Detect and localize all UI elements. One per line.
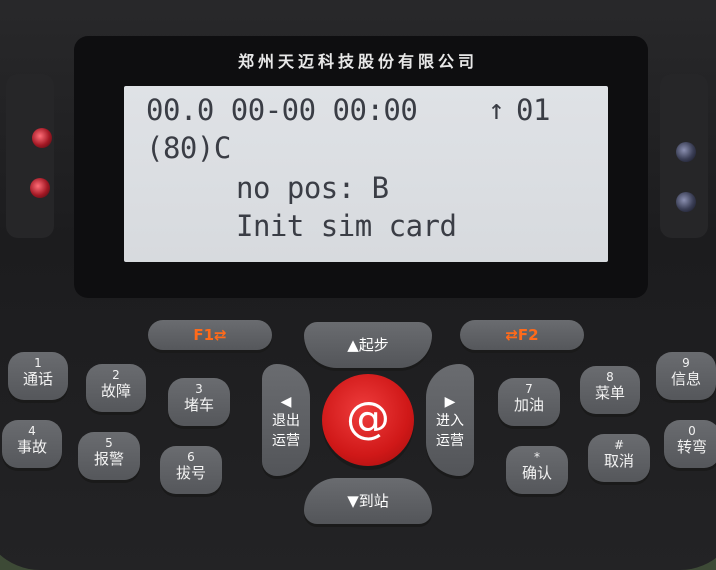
at-button[interactable]: @ <box>322 374 414 466</box>
status-led-red-1 <box>32 128 52 148</box>
key-9[interactable]: 9 信息 <box>656 352 716 400</box>
key-5-number: 5 <box>105 436 113 450</box>
key-0-label: 转弯 <box>676 438 707 456</box>
key-4-label: 事故 <box>16 438 47 456</box>
key-2[interactable]: 2 故障 <box>86 364 146 412</box>
up-start-button[interactable]: ▲起步 <box>304 322 432 368</box>
key-3-label: 堵车 <box>183 396 214 414</box>
key-1-number: 1 <box>34 356 42 370</box>
key-5[interactable]: 5 报警 <box>78 432 140 480</box>
key-5-label: 报警 <box>93 450 124 468</box>
lcd-temperature: (80)C <box>146 131 231 165</box>
lcd-display: 00.0 00-00 00:00 ↑ 01 (80)C no pos: B In… <box>124 86 608 262</box>
key-8-label: 菜单 <box>594 384 625 402</box>
key-6[interactable]: 6 拔号 <box>160 446 222 494</box>
key-hash-symbol: # <box>613 438 625 452</box>
lcd-sim-status: Init sim card <box>236 209 457 243</box>
left-arrow-icon: ◀ <box>280 394 292 410</box>
key-8-number: 8 <box>606 370 614 384</box>
signal-arrow-icon: ↑ <box>488 93 505 126</box>
key-7[interactable]: 7 加油 <box>498 378 560 426</box>
key-0[interactable]: 0 转弯 <box>664 420 716 468</box>
left-indicator-panel <box>6 74 54 238</box>
key-1[interactable]: 1 通话 <box>8 352 68 400</box>
key-star[interactable]: * 确认 <box>506 446 568 494</box>
key-hash[interactable]: # 取消 <box>588 434 650 482</box>
key-3-number: 3 <box>195 382 203 396</box>
key-star-symbol: * <box>534 450 540 464</box>
left-exit-button[interactable]: ◀ 退出 运营 <box>262 364 310 476</box>
f2-button[interactable]: ⇄F2 <box>460 320 584 350</box>
brand-label: 郑州天迈科技股份有限公司 <box>237 52 478 71</box>
left-button-label-2: 运营 <box>272 433 300 449</box>
down-arrive-button[interactable]: ▼到站 <box>304 478 432 524</box>
key-6-number: 6 <box>187 450 195 464</box>
key-0-number: 0 <box>688 424 696 438</box>
right-button-label-1: 进入 <box>436 413 464 429</box>
right-enter-button[interactable]: ▶ 进入 运营 <box>426 364 474 476</box>
lcd-position-status: no pos: B <box>236 171 389 205</box>
up-button-label: 起步 <box>358 336 389 354</box>
lcd-datetime: 00.0 00-00 00:00 <box>146 93 418 127</box>
key-7-label: 加油 <box>513 396 544 414</box>
key-star-label: 确认 <box>521 464 552 482</box>
key-7-number: 7 <box>525 382 533 396</box>
down-button-label: 到站 <box>358 492 389 510</box>
key-6-label: 拔号 <box>175 464 206 482</box>
key-1-label: 通话 <box>22 370 53 388</box>
down-arrow-icon: ▼ <box>347 492 359 510</box>
key-3[interactable]: 3 堵车 <box>168 378 230 426</box>
key-8[interactable]: 8 菜单 <box>580 366 640 414</box>
right-button-label-2: 运营 <box>436 433 464 449</box>
sensor-led-2 <box>676 192 696 212</box>
key-4-number: 4 <box>28 424 36 438</box>
key-9-label: 信息 <box>670 370 701 388</box>
key-2-number: 2 <box>112 368 120 382</box>
f1-button[interactable]: F1⇄ <box>148 320 272 350</box>
status-led-red-2 <box>30 178 50 198</box>
key-2-label: 故障 <box>100 382 131 400</box>
up-arrow-icon: ▲ <box>347 336 359 354</box>
sensor-led-1 <box>676 142 696 162</box>
key-hash-label: 取消 <box>603 452 634 470</box>
lcd-signal-value: 01 <box>516 93 550 127</box>
key-4[interactable]: 4 事故 <box>2 420 62 468</box>
key-9-number: 9 <box>682 356 690 370</box>
left-button-label-1: 退出 <box>272 413 300 429</box>
right-arrow-icon: ▶ <box>444 394 456 410</box>
